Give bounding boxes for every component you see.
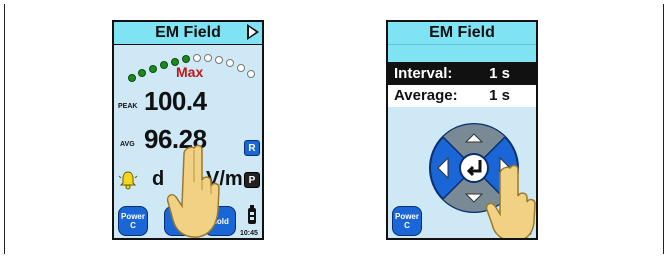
peak-value: 100.4 xyxy=(144,86,207,116)
right-title-bar: EM Field xyxy=(388,22,536,63)
average-label: Average: xyxy=(394,87,458,104)
clock-time: 10:45 a xyxy=(240,230,262,238)
figure-frame xyxy=(4,4,664,254)
play-icon[interactable] xyxy=(247,24,259,40)
unit-prefix: d xyxy=(152,168,165,190)
power-softkey[interactable]: Power C xyxy=(118,206,148,236)
level-dot xyxy=(182,55,190,63)
interval-label: Interval: xyxy=(394,65,453,82)
level-dot xyxy=(193,54,201,62)
left-title-bar: EM Field xyxy=(114,22,262,45)
left-device-screen: EM Field Max PEAK 100.4 AVG 96.28 R d V/… xyxy=(112,20,264,240)
level-dot xyxy=(149,65,157,73)
avg-label: AVG xyxy=(120,141,135,148)
softkey-line: C xyxy=(404,221,410,230)
hand-pointer-icon xyxy=(166,144,220,238)
right-title: EM Field xyxy=(429,24,495,41)
level-dot xyxy=(204,54,212,62)
interval-row[interactable]: Interval: 1 s xyxy=(388,63,536,85)
average-row[interactable]: Average: 1 s xyxy=(388,85,536,107)
softkey-line: C xyxy=(130,221,136,230)
level-dot xyxy=(215,56,223,64)
range-label: Max xyxy=(176,64,204,80)
reset-button[interactable]: R xyxy=(244,140,260,156)
left-title: EM Field xyxy=(155,24,221,41)
battery-icon xyxy=(248,205,256,224)
power-softkey[interactable]: Power C xyxy=(392,206,422,236)
right-device-screen: EM Field Interval: 1 s Average: 1 s Powe… xyxy=(386,20,538,240)
peak-label: PEAK xyxy=(118,103,138,110)
hand-pointer-icon xyxy=(485,164,536,238)
level-dot xyxy=(237,64,245,72)
average-value: 1 s xyxy=(489,87,510,104)
level-dot xyxy=(160,61,168,69)
softkey-line: Power xyxy=(394,212,419,221)
interval-value: 1 s xyxy=(489,65,510,82)
title-divider xyxy=(388,44,536,45)
probe-button[interactable]: P xyxy=(244,172,260,188)
softkey-line: Power xyxy=(120,212,145,221)
bell-icon xyxy=(118,171,138,190)
level-dot xyxy=(138,69,146,77)
level-dot xyxy=(247,70,255,78)
level-dot xyxy=(128,74,136,82)
level-dot xyxy=(226,59,234,67)
